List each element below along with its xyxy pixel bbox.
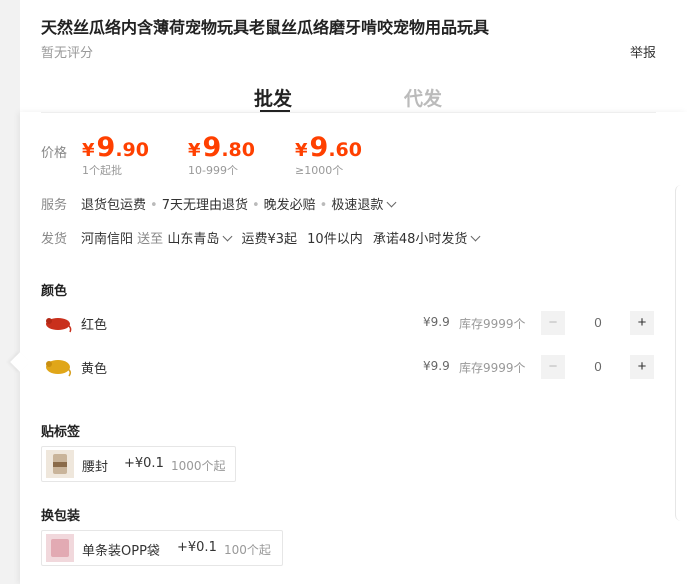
- decrement-button[interactable]: −: [541, 311, 565, 335]
- delivery-promise[interactable]: 承诺48小时发货: [372, 231, 486, 247]
- shipping-label: 发货: [41, 232, 68, 247]
- sku-row-red: 红色 ¥9.9 库存9999个 − +: [41, 310, 656, 336]
- sku-stock: 库存9999个: [459, 317, 526, 331]
- report-link[interactable]: 举报: [630, 42, 656, 61]
- price-tier-3: ¥9.60 ≥1000个: [295, 132, 362, 178]
- ship-to-city: 山东青岛: [167, 232, 220, 247]
- chevron-down-icon[interactable]: [470, 231, 481, 242]
- option-price: +¥0.1: [124, 456, 164, 471]
- chevron-down-icon[interactable]: [386, 197, 397, 208]
- currency-symbol: ¥: [82, 140, 95, 161]
- sku-price: ¥9.9: [423, 315, 450, 329]
- shipping-fee: 运费¥3起: [241, 232, 298, 247]
- sku-price: ¥9.9: [423, 359, 450, 373]
- price-decimal: .90: [115, 139, 149, 161]
- separator-dot: •: [150, 198, 158, 213]
- package-section-title: 换包装: [41, 509, 81, 524]
- price-tier-1: ¥9.90 1个起批: [82, 132, 149, 178]
- currency-symbol: ¥: [295, 140, 308, 161]
- service-item: 晚发必赔: [263, 198, 316, 213]
- sku-row-yellow: 黄色 ¥9.9 库存9999个 − +: [41, 354, 656, 380]
- option-price: +¥0.1: [177, 540, 217, 555]
- label-section-title: 贴标签: [41, 425, 81, 440]
- currency-symbol: ¥: [188, 140, 201, 161]
- service-item: 7天无理由退货: [161, 198, 248, 213]
- package-thumbnail-icon: [46, 534, 74, 562]
- price-integer: 9: [202, 132, 222, 163]
- price-decimal: .60: [328, 139, 362, 161]
- option-min-order: 100个起: [224, 543, 271, 557]
- price-range: ≥1000个: [295, 164, 344, 177]
- price-label: 价格: [41, 146, 68, 161]
- label-thumbnail-icon: [46, 450, 74, 478]
- decrement-button[interactable]: −: [541, 355, 565, 379]
- service-item: 退货包运费: [81, 198, 147, 213]
- sku-card: [20, 112, 687, 584]
- product-title: 天然丝瓜络内含薄荷宠物玩具老鼠丝瓜络磨牙啃咬宠物用品玩具: [41, 18, 490, 37]
- price-integer: 9: [309, 132, 329, 163]
- chevron-down-icon[interactable]: [222, 231, 233, 242]
- price-decimal: .80: [221, 139, 255, 161]
- increment-button[interactable]: +: [630, 355, 654, 379]
- option-name: 腰封: [82, 460, 109, 475]
- tabs-divider: [41, 112, 656, 113]
- left-rail: [0, 0, 20, 112]
- ship-from: 河南信阳: [81, 232, 134, 247]
- service-item: 极速退款: [331, 198, 384, 213]
- label-option-card[interactable]: 腰封 +¥0.1 1000个起: [41, 446, 236, 482]
- color-section-title: 颜色: [41, 284, 68, 299]
- tab-dropship[interactable]: 代发: [404, 84, 442, 111]
- rating-text: 暂无评分: [41, 46, 94, 61]
- service-list[interactable]: 退货包运费 • 7天无理由退货 • 晚发必赔 • 极速退款: [81, 194, 401, 213]
- increment-button[interactable]: +: [630, 311, 654, 335]
- shipping-qty-note: 10件以内: [307, 232, 363, 247]
- separator-dot: •: [319, 198, 328, 213]
- sku-stock: 库存9999个: [459, 361, 526, 375]
- quantity-input[interactable]: [581, 359, 615, 374]
- product-detail-page: 天然丝瓜络内含薄荷宠物玩具老鼠丝瓜络磨牙啃咬宠物用品玩具 暂无评分 举报 批发 …: [0, 0, 687, 584]
- option-min-order: 1000个起: [171, 459, 226, 473]
- right-scroll-rail[interactable]: [675, 185, 687, 521]
- red-mouse-toy-icon[interactable]: [41, 310, 73, 336]
- yellow-mouse-toy-icon[interactable]: [41, 354, 73, 380]
- separator-dot: •: [251, 198, 260, 213]
- ship-to-word: 送至: [137, 232, 164, 247]
- shipping-info: 河南信阳 送至 山东青岛 运费¥3起 10件以内 承诺48小时发货: [81, 228, 485, 247]
- tab-wholesale[interactable]: 批发: [254, 84, 292, 111]
- option-name: 单条装OPP袋: [82, 544, 160, 559]
- ship-to-selector[interactable]: 山东青岛: [167, 231, 237, 247]
- sku-name: 红色: [81, 318, 108, 333]
- package-option-card[interactable]: 单条装OPP袋 +¥0.1 100个起: [41, 530, 283, 566]
- quantity-input[interactable]: [581, 315, 615, 330]
- price-integer: 9: [96, 132, 116, 163]
- delivery-promise-text: 承诺48小时发货: [372, 232, 468, 247]
- service-label: 服务: [41, 198, 68, 213]
- sku-name: 黄色: [81, 362, 108, 377]
- price-range: 10-999个: [188, 164, 238, 177]
- price-tier-2: ¥9.80 10-999个: [188, 132, 255, 178]
- price-range: 1个起批: [82, 164, 122, 177]
